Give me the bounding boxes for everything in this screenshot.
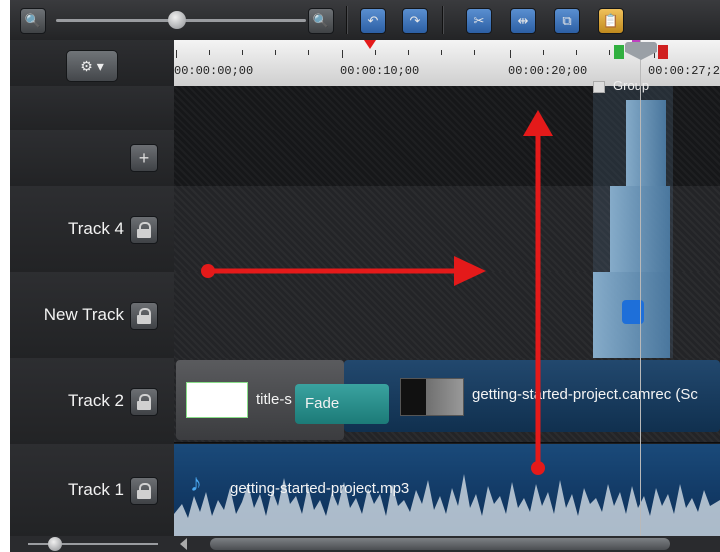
editor-window: 🔍 🔍 ↶ ↷ ✂ ⇹ ⧉ 📋 ⚙ ▾ 00:00:00;00 00:00:10… [10, 0, 720, 552]
annotation-arrows [201, 110, 553, 475]
horizontal-arrow [201, 256, 486, 286]
horizontal-scrollbar[interactable] [210, 538, 670, 550]
vertical-arrow [523, 110, 553, 475]
scroll-left-icon[interactable] [180, 538, 187, 550]
track-height-knob[interactable] [48, 537, 62, 551]
